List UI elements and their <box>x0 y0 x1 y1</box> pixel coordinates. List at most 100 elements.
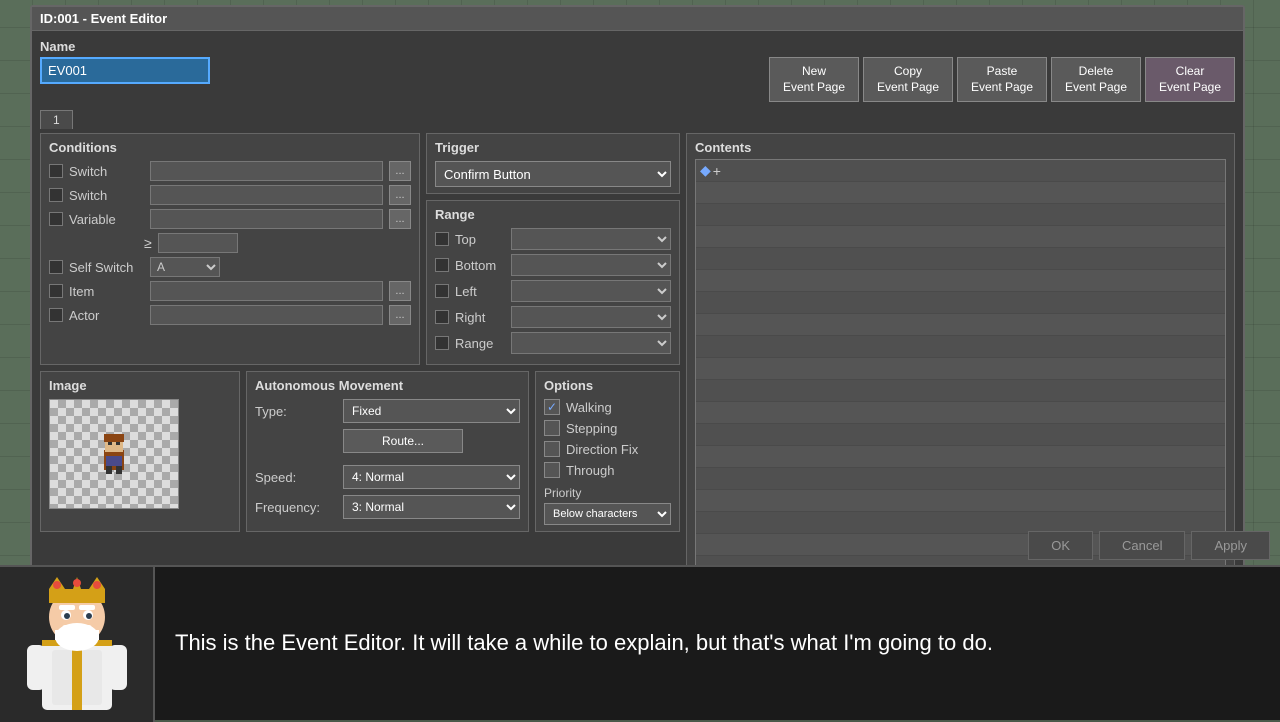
range-right-label: Right <box>455 310 505 325</box>
range-bottom-label: Bottom <box>455 258 505 273</box>
range-bottom-select[interactable] <box>511 254 671 276</box>
trigger-range-column: Trigger Confirm Button Player Touch Even… <box>426 133 680 365</box>
range-range-checkbox[interactable] <box>435 336 449 350</box>
editor-body: Name New Event Page Copy Event Page Past… <box>32 31 1243 566</box>
paste-event-page-button[interactable]: Paste Event Page <box>957 57 1047 102</box>
priority-label: Priority <box>544 486 671 500</box>
self-switch-checkbox[interactable] <box>49 260 63 274</box>
autonomous-panel: Autonomous Movement Type: Fixed Random A… <box>246 371 529 532</box>
actor-input[interactable] <box>150 305 383 325</box>
option-through-row: Through <box>544 462 671 478</box>
condition-switch1-row: Switch ... <box>49 161 411 181</box>
bottom-buttons-row: OK Cancel Apply <box>1028 531 1270 560</box>
auto-speed-select[interactable]: 1: x8 Slower 2: x4 Slower 3: x2 Slower 4… <box>343 465 520 489</box>
switch2-checkbox[interactable] <box>49 188 63 202</box>
direction-fix-label: Direction Fix <box>566 442 638 457</box>
auto-frequency-row: Frequency: 1: Lowest 2: Lower 3: Normal … <box>255 495 520 519</box>
variable-value-input[interactable] <box>158 233 238 253</box>
left-bottom: Image <box>40 371 680 532</box>
left-panel: Conditions Switch ... Switch <box>40 133 680 630</box>
contents-title: Contents <box>695 140 1226 155</box>
copy-event-page-button[interactable]: Copy Event Page <box>863 57 953 102</box>
switch1-input[interactable] <box>150 161 383 181</box>
switch1-dots-button[interactable]: ... <box>389 161 411 181</box>
left-top: Conditions Switch ... Switch <box>40 133 680 365</box>
walking-label: Walking <box>566 400 612 415</box>
trigger-select[interactable]: Confirm Button Player Touch Event Touch … <box>435 161 671 187</box>
variable-dots-button[interactable]: ... <box>389 209 411 229</box>
stepping-label: Stepping <box>566 421 617 436</box>
content-stripe-4 <box>696 248 1225 270</box>
range-top-select[interactable] <box>511 228 671 250</box>
range-left-select[interactable] <box>511 280 671 302</box>
range-bottom-checkbox[interactable] <box>435 258 449 272</box>
autonomous-title: Autonomous Movement <box>255 378 520 393</box>
range-right-checkbox[interactable] <box>435 310 449 324</box>
item-dots-button[interactable]: ... <box>389 281 411 301</box>
image-preview[interactable] <box>49 399 179 509</box>
add-content-row[interactable]: ◆ + <box>696 160 1225 182</box>
name-input[interactable] <box>40 57 210 84</box>
options-panel: Options ✓ Walking Stepping Direction Fix <box>535 371 680 532</box>
self-switch-select[interactable]: A B C D <box>150 257 220 277</box>
trigger-panel: Trigger Confirm Button Player Touch Even… <box>426 133 680 194</box>
option-stepping-row: Stepping <box>544 420 671 436</box>
clear-event-page-button[interactable]: Clear Event Page <box>1145 57 1235 102</box>
range-left-checkbox[interactable] <box>435 284 449 298</box>
content-stripe-10 <box>696 380 1225 402</box>
option-direction-fix-row: Direction Fix <box>544 441 671 457</box>
switch1-label: Switch <box>69 164 144 179</box>
new-event-page-button[interactable]: New Event Page <box>769 57 859 102</box>
range-title: Range <box>435 207 671 222</box>
character-sprite <box>96 430 132 478</box>
king-avatar <box>22 575 132 715</box>
auto-frequency-select[interactable]: 1: Lowest 2: Lower 3: Normal 4: Higher 5… <box>343 495 520 519</box>
top-buttons: New Event Page Copy Event Page Paste Eve… <box>769 57 1235 102</box>
auto-speed-row: Speed: 1: x8 Slower 2: x4 Slower 3: x2 S… <box>255 465 520 489</box>
range-left-label: Left <box>455 284 505 299</box>
switch1-checkbox[interactable] <box>49 164 63 178</box>
range-top-checkbox[interactable] <box>435 232 449 246</box>
priority-select[interactable]: Below characters Same as characters Abov… <box>544 503 671 525</box>
range-left-row: Left <box>435 280 671 302</box>
direction-fix-checkbox[interactable] <box>544 441 560 457</box>
item-checkbox[interactable] <box>49 284 63 298</box>
actor-checkbox[interactable] <box>49 308 63 322</box>
route-button[interactable]: Route... <box>343 429 463 453</box>
variable-value-row: ≥ <box>144 233 411 253</box>
range-top-row: Top <box>435 228 671 250</box>
range-right-row: Right <box>435 306 671 328</box>
range-right-select[interactable] <box>511 306 671 328</box>
ok-button[interactable]: OK <box>1028 531 1093 560</box>
image-panel: Image <box>40 371 240 532</box>
content-stripe-1 <box>696 182 1225 204</box>
tab-row: 1 <box>40 110 1235 129</box>
through-checkbox[interactable] <box>544 462 560 478</box>
auto-type-label: Type: <box>255 404 335 419</box>
walking-checkbox[interactable]: ✓ <box>544 399 560 415</box>
actor-dots-button[interactable]: ... <box>389 305 411 325</box>
apply-button[interactable]: Apply <box>1191 531 1270 560</box>
content-stripe-9 <box>696 358 1225 380</box>
auto-type-select[interactable]: Fixed Random Approach Custom <box>343 399 520 423</box>
variable-checkbox[interactable] <box>49 212 63 226</box>
item-input[interactable] <box>150 281 383 301</box>
title-bar: ID:001 - Event Editor <box>32 7 1243 31</box>
priority-section: Priority Below characters Same as charac… <box>544 486 671 525</box>
delete-event-page-button[interactable]: Delete Event Page <box>1051 57 1141 102</box>
image-title: Image <box>49 378 231 393</box>
switch2-input[interactable] <box>150 185 383 205</box>
content-stripe-7 <box>696 314 1225 336</box>
range-range-select[interactable] <box>511 332 671 354</box>
content-stripe-12 <box>696 424 1225 446</box>
trigger-title: Trigger <box>435 140 671 155</box>
content-stripe-8 <box>696 336 1225 358</box>
switch2-dots-button[interactable]: ... <box>389 185 411 205</box>
cancel-button[interactable]: Cancel <box>1099 531 1185 560</box>
auto-speed-label: Speed: <box>255 470 335 485</box>
gte-symbol: ≥ <box>144 235 152 251</box>
stepping-checkbox[interactable] <box>544 420 560 436</box>
event-editor-window: ID:001 - Event Editor Name New Event Pag… <box>30 5 1245 570</box>
tab-1[interactable]: 1 <box>40 110 73 129</box>
variable-input[interactable] <box>150 209 383 229</box>
